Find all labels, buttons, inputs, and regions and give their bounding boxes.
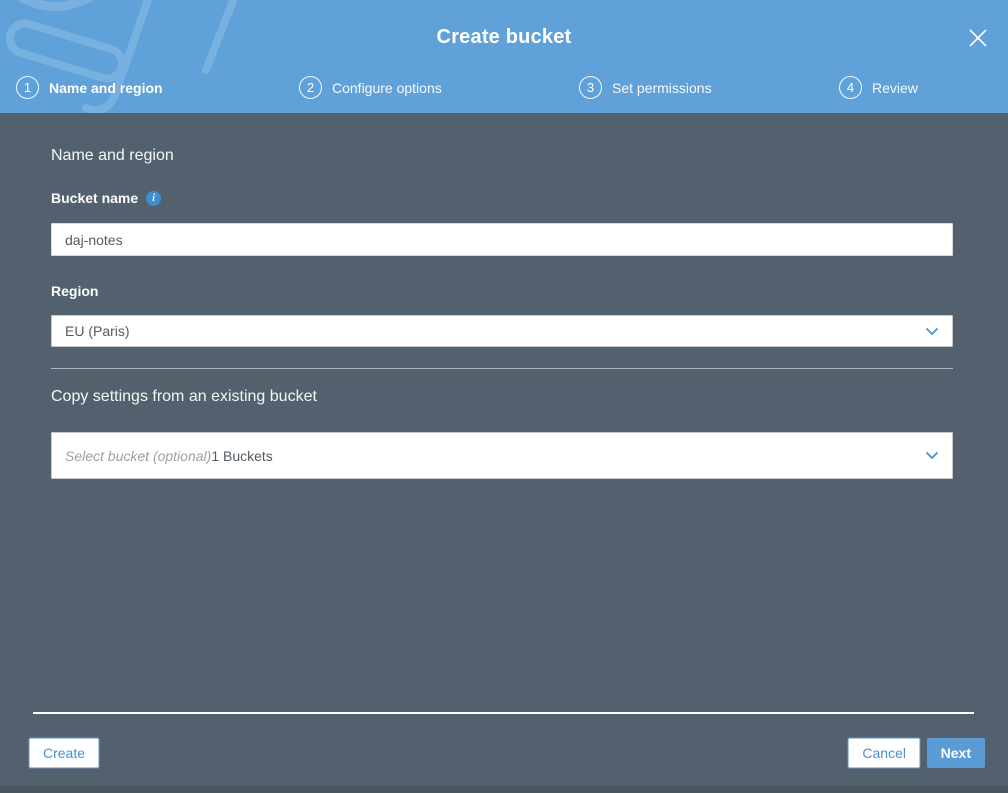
dialog-header: Create bucket 1 Name and region 2 Config… bbox=[0, 0, 1008, 113]
dialog-title: Create bucket bbox=[436, 26, 572, 48]
next-button[interactable]: Next bbox=[926, 738, 985, 768]
step-number-badge: 2 bbox=[299, 76, 322, 99]
step-indicator-bar: 1 Name and region 2 Configure options 3 … bbox=[0, 65, 1008, 113]
create-bucket-dialog: Create bucket 1 Name and region 2 Config… bbox=[0, 0, 1008, 793]
copy-bucket-select[interactable]: Select bucket (optional) 1 Buckets bbox=[51, 432, 953, 479]
step-label: Configure options bbox=[332, 79, 442, 96]
step-label: Review bbox=[872, 79, 918, 96]
create-button[interactable]: Create bbox=[29, 738, 100, 768]
chevron-down-icon bbox=[925, 327, 939, 336]
step-label: Set permissions bbox=[612, 79, 712, 96]
region-label: Region bbox=[51, 283, 99, 299]
close-icon[interactable] bbox=[964, 24, 992, 52]
region-select[interactable]: EU (Paris) bbox=[51, 315, 953, 347]
region-selected-value: EU (Paris) bbox=[65, 323, 130, 339]
section-title: Name and region bbox=[51, 147, 174, 164]
page-bottom-edge bbox=[0, 786, 1008, 793]
info-icon[interactable]: i bbox=[146, 190, 162, 206]
cancel-button[interactable]: Cancel bbox=[848, 738, 920, 768]
copy-bucket-placeholder: Select bucket (optional) bbox=[65, 447, 212, 464]
bucket-name-label: Bucket name i bbox=[51, 190, 162, 206]
step-set-permissions[interactable]: 3 Set permissions bbox=[579, 76, 712, 99]
step-name-and-region[interactable]: 1 Name and region bbox=[16, 76, 163, 99]
step-number-badge: 3 bbox=[579, 76, 602, 99]
bucket-count: 1 Buckets bbox=[211, 447, 273, 464]
copy-settings-title: Copy settings from an existing bucket bbox=[51, 388, 317, 405]
section-divider bbox=[51, 368, 953, 369]
step-configure-options[interactable]: 2 Configure options bbox=[299, 76, 442, 99]
chevron-down-icon bbox=[925, 451, 939, 460]
bucket-name-input[interactable] bbox=[51, 223, 953, 256]
footer-divider bbox=[33, 712, 974, 714]
step-label: Name and region bbox=[49, 79, 163, 96]
step-number-badge: 4 bbox=[839, 76, 862, 99]
step-review[interactable]: 4 Review bbox=[839, 76, 918, 99]
step-number-badge: 1 bbox=[16, 76, 39, 99]
